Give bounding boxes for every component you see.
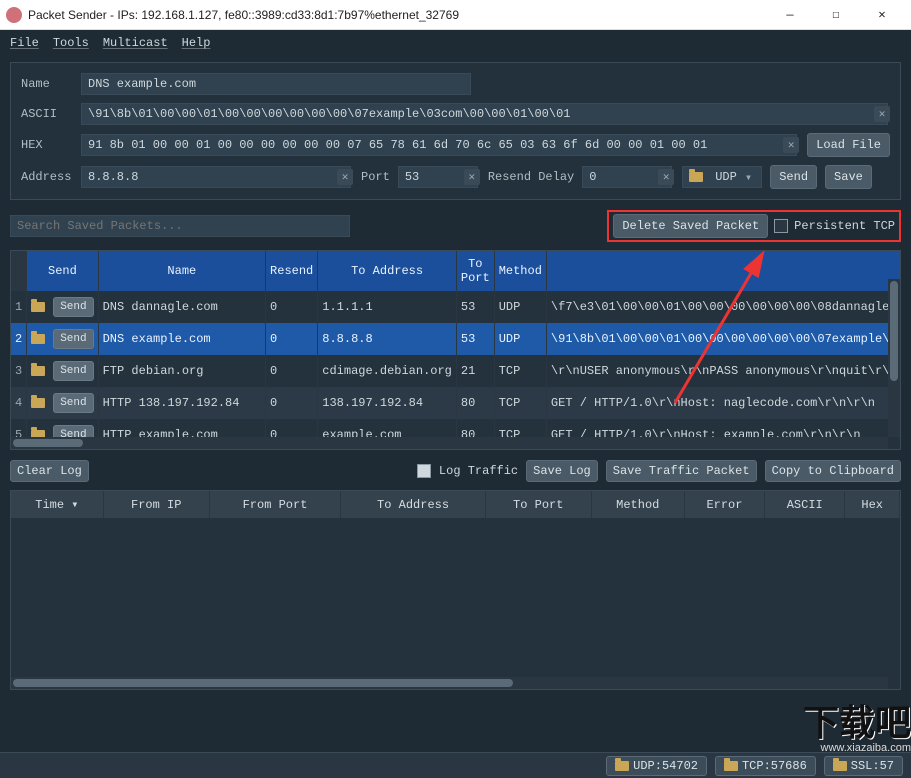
menu-help[interactable]: Help	[182, 36, 211, 50]
folder-icon	[31, 334, 45, 344]
folder-icon	[31, 366, 45, 376]
folder-icon	[31, 302, 45, 312]
clear-ascii-icon[interactable]: ✕	[874, 106, 890, 122]
ssl-status-button[interactable]: SSL:57	[824, 756, 903, 776]
vertical-scrollbar[interactable]	[888, 279, 900, 437]
col-header[interactable]: Name	[98, 251, 265, 291]
chevron-down-icon: ▾	[745, 170, 752, 185]
menu-tools[interactable]: Tools	[53, 36, 89, 50]
persistent-tcp-label: Persistent TCP	[794, 219, 895, 233]
log-col-header[interactable]: From IP	[103, 491, 209, 518]
log-col-header[interactable]: From Port	[209, 491, 341, 518]
name-input[interactable]	[81, 73, 471, 95]
log-traffic-label: Log Traffic	[439, 464, 518, 478]
log-col-header[interactable]: Method	[591, 491, 684, 518]
clear-port-icon[interactable]: ✕	[464, 169, 480, 185]
ascii-label: ASCII	[21, 107, 73, 121]
col-header[interactable]: To Port	[456, 251, 494, 291]
folder-icon	[689, 172, 703, 182]
clear-address-icon[interactable]: ✕	[337, 169, 353, 185]
load-file-button[interactable]: Load File	[807, 133, 890, 157]
tcp-status-button[interactable]: TCP:57686	[715, 756, 816, 776]
address-input[interactable]	[81, 166, 351, 188]
delete-persistent-region: Delete Saved Packet Persistent TCP	[607, 210, 901, 242]
row-send-button[interactable]: Send	[53, 393, 93, 413]
row-send-button[interactable]: Send	[53, 361, 93, 381]
ascii-input[interactable]	[81, 103, 888, 125]
horizontal-scrollbar[interactable]	[11, 437, 888, 449]
log-col-header[interactable]: To Port	[485, 491, 591, 518]
log-col-header[interactable]: ASCII	[765, 491, 845, 518]
col-header[interactable]: To Address	[318, 251, 457, 291]
hex-input[interactable]	[81, 134, 797, 156]
copy-to-clipboard-button[interactable]: Copy to Clipboard	[765, 460, 901, 482]
log-col-header[interactable]: Hex	[845, 491, 900, 518]
table-row[interactable]: 3SendFTP debian.org0cdimage.debian.org21…	[11, 355, 901, 387]
col-header[interactable]: Send	[27, 251, 98, 291]
log-col-header[interactable]: Error	[684, 491, 764, 518]
app-logo-icon	[6, 7, 22, 23]
col-header[interactable]: Method	[494, 251, 546, 291]
name-label: Name	[21, 77, 73, 91]
status-bar: UDP:54702 TCP:57686 SSL:57	[0, 752, 911, 778]
delete-saved-packet-button[interactable]: Delete Saved Packet	[613, 214, 768, 238]
maximize-button[interactable]: ☐	[813, 0, 859, 30]
window-title: Packet Sender - IPs: 192.168.1.127, fe80…	[28, 8, 767, 22]
log-col-header[interactable]: To Address	[341, 491, 485, 518]
col-header[interactable]	[546, 251, 901, 291]
saved-packets-table: SendNameResendTo AddressTo PortMethod1Se…	[10, 250, 901, 450]
row-send-button[interactable]: Send	[53, 329, 93, 349]
persistent-tcp-checkbox[interactable]	[774, 219, 788, 233]
titlebar: Packet Sender - IPs: 192.168.1.127, fe80…	[0, 0, 911, 30]
row-send-button[interactable]: Send	[53, 297, 93, 317]
clear-hex-icon[interactable]: ✕	[783, 137, 799, 153]
close-button[interactable]: ✕	[859, 0, 905, 30]
traffic-log-table: Time ▾From IPFrom PortTo AddressTo PortM…	[10, 490, 901, 690]
log-traffic-checkbox[interactable]	[417, 464, 431, 478]
protocol-select[interactable]: UDP ▾	[682, 166, 762, 188]
save-button[interactable]: Save	[825, 165, 872, 189]
minimize-button[interactable]: —	[767, 0, 813, 30]
udp-status-button[interactable]: UDP:54702	[606, 756, 707, 776]
folder-icon	[31, 398, 45, 408]
table-row[interactable]: 2SendDNS example.com08.8.8.853UDP\91\8b\…	[11, 323, 901, 355]
table-row[interactable]: 4SendHTTP 138.197.192.840138.197.192.848…	[11, 387, 901, 419]
clear-resend-icon[interactable]: ✕	[658, 169, 674, 185]
table-row[interactable]: 1SendDNS dannagle.com01.1.1.153UDP\f7\e3…	[11, 291, 901, 323]
resend-label: Resend Delay	[488, 170, 574, 184]
menubar: File Tools Multicast Help	[0, 30, 911, 56]
port-label: Port	[361, 170, 390, 184]
save-log-button[interactable]: Save Log	[526, 460, 598, 482]
address-label: Address	[21, 170, 73, 184]
menu-multicast[interactable]: Multicast	[103, 36, 168, 50]
log-horizontal-scrollbar[interactable]	[11, 677, 888, 689]
search-input[interactable]	[10, 215, 350, 237]
send-button[interactable]: Send	[770, 165, 817, 189]
packet-editor-panel: Name ASCII ✕ HEX ✕ Load File Address ✕ P…	[10, 62, 901, 200]
menu-file[interactable]: File	[10, 36, 39, 50]
hex-label: HEX	[21, 138, 73, 152]
clear-log-button[interactable]: Clear Log	[10, 460, 89, 482]
col-header[interactable]: Resend	[266, 251, 318, 291]
save-traffic-packet-button[interactable]: Save Traffic Packet	[606, 460, 757, 482]
log-col-header[interactable]: Time ▾	[11, 491, 103, 518]
